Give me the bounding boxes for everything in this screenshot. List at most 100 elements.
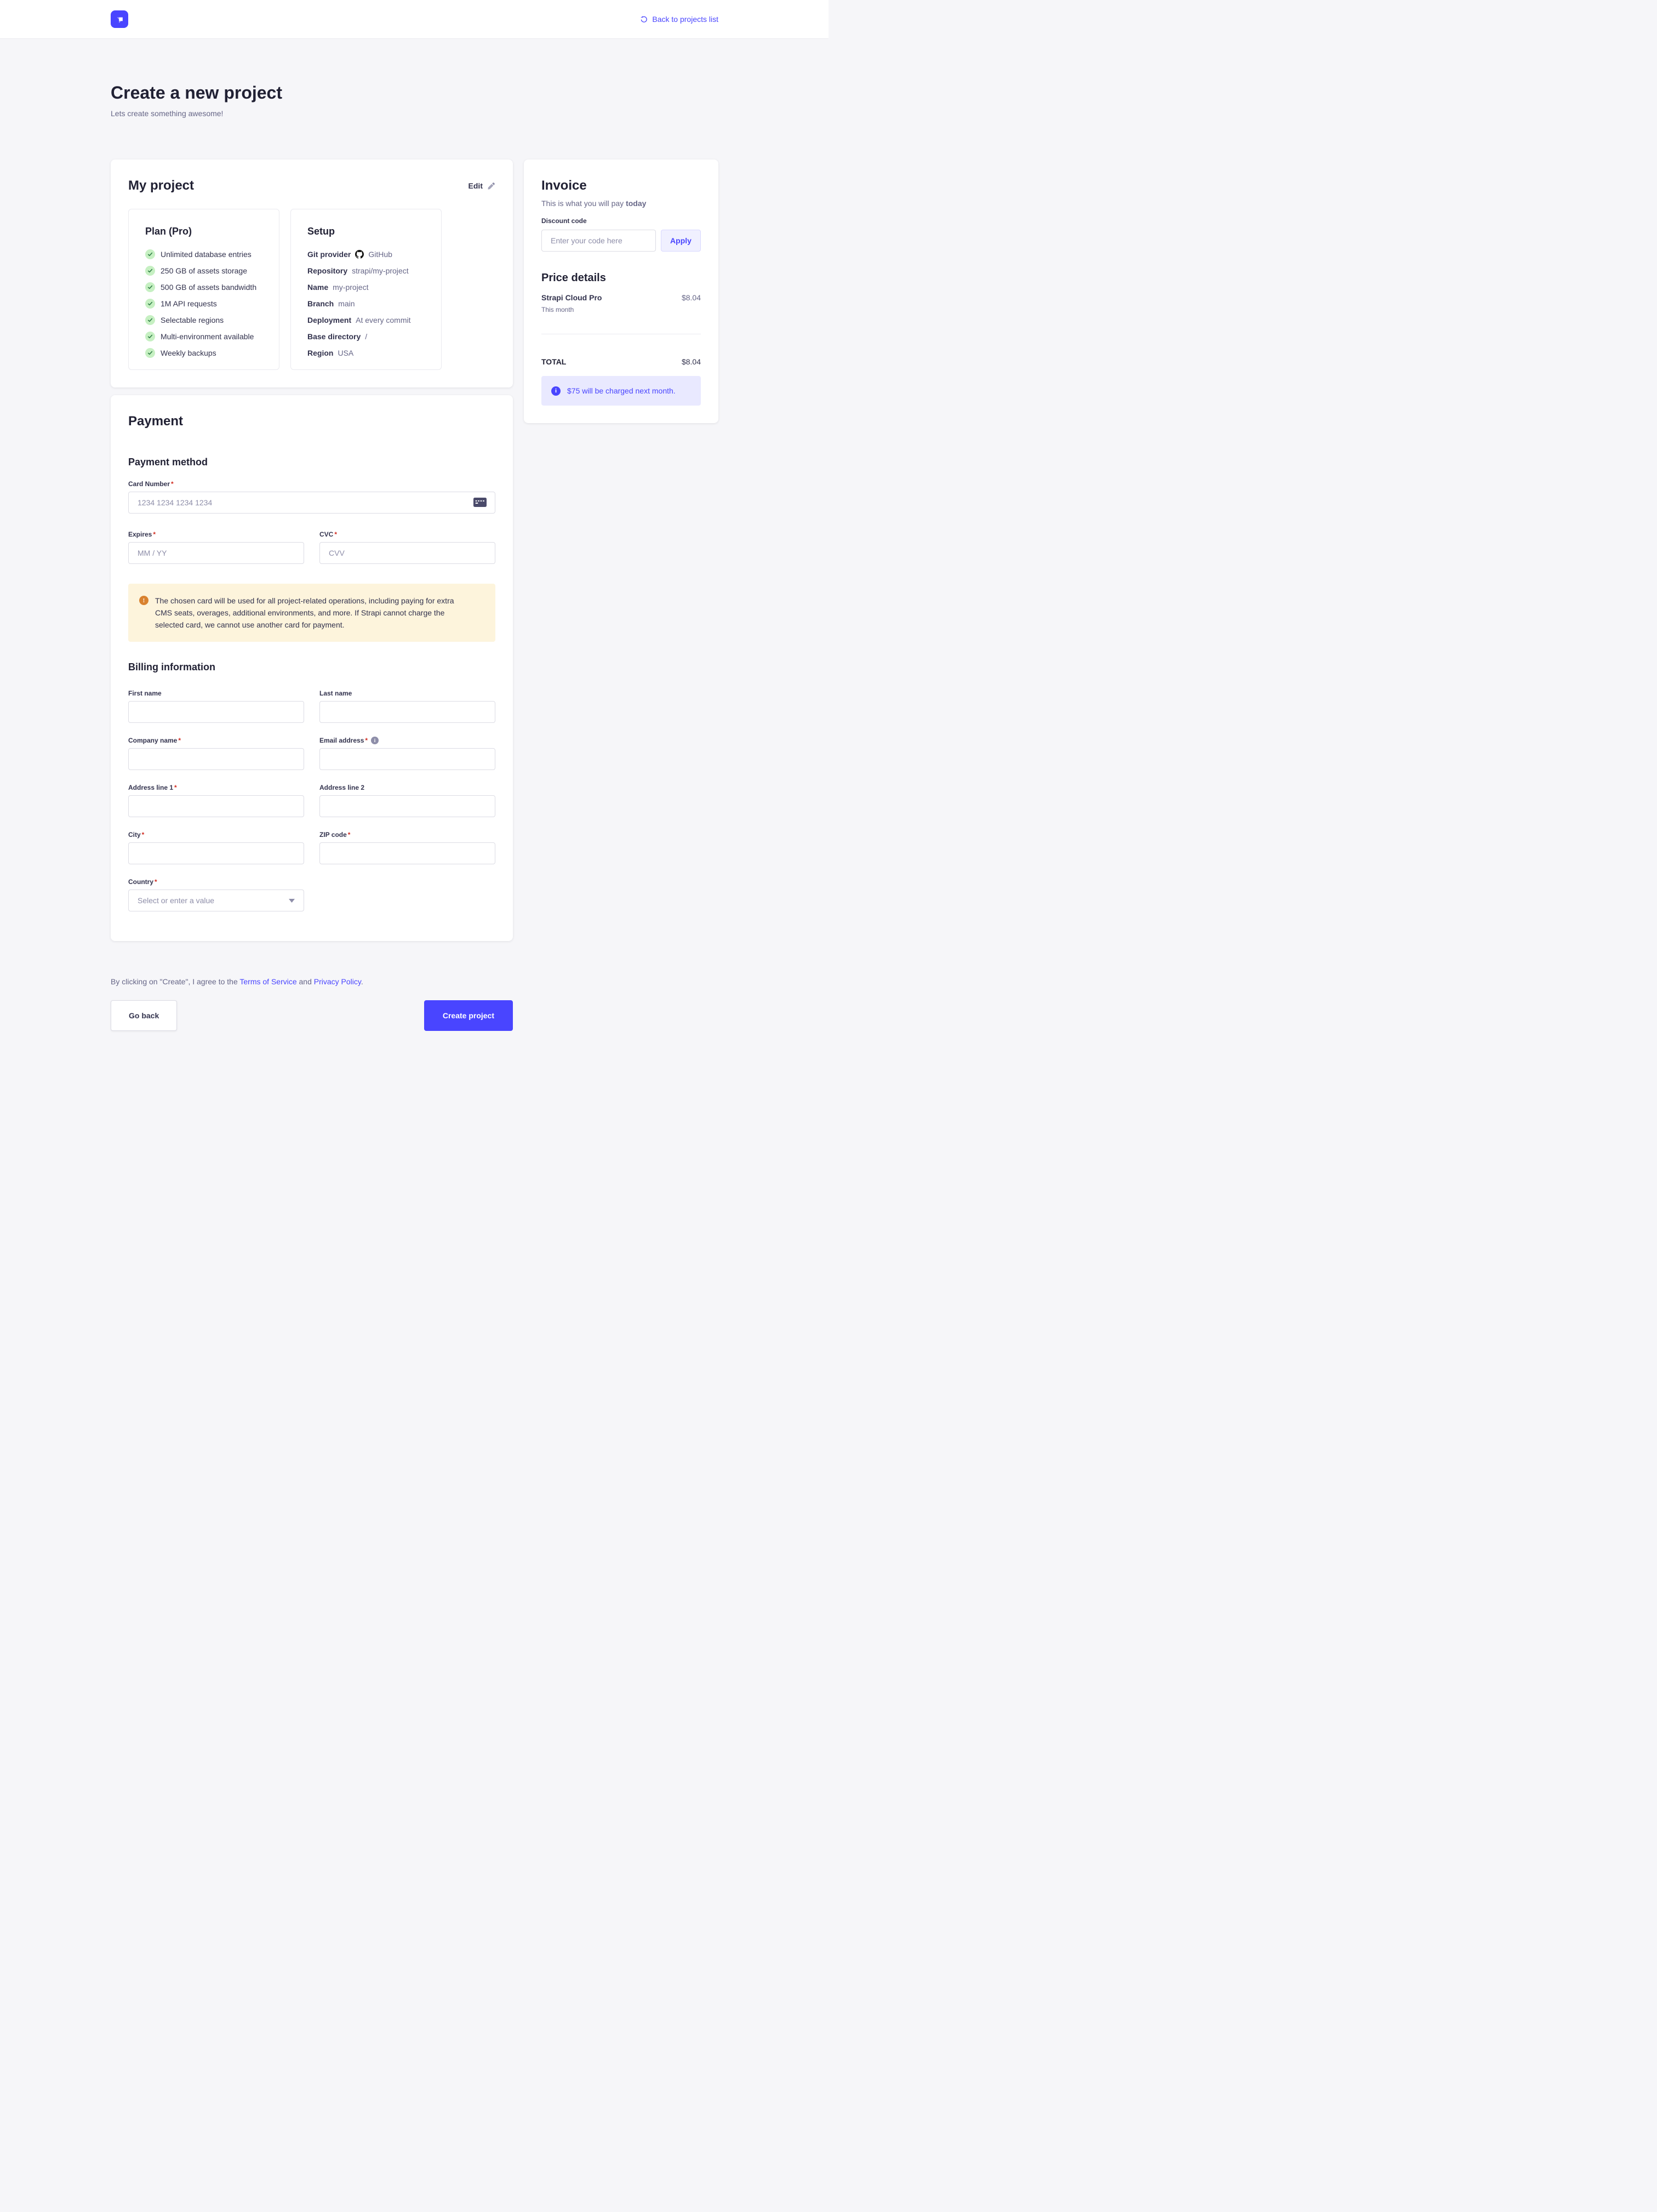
check-icon xyxy=(145,348,155,358)
plan-feature-label: 500 GB of assets bandwidth xyxy=(161,282,256,293)
plan-feature-label: Selectable regions xyxy=(161,315,224,326)
first-name-label-text: First name xyxy=(128,689,162,698)
card-number-input[interactable] xyxy=(128,492,495,514)
info-icon[interactable]: i xyxy=(371,737,379,744)
plan-feature-label: Weekly backups xyxy=(161,347,216,358)
go-back-button[interactable]: Go back xyxy=(111,1000,177,1031)
plan-feature-list: Unlimited database entries 250 GB of ass… xyxy=(145,249,262,358)
plan-feature-label: Unlimited database entries xyxy=(161,249,252,260)
country-select[interactable]: Select or enter a value xyxy=(128,890,304,911)
check-icon xyxy=(145,249,155,259)
plan-feature-label: Multi-environment available xyxy=(161,331,254,342)
country-select-placeholder: Select or enter a value xyxy=(138,896,214,905)
terms-of-service-link[interactable]: Terms of Service xyxy=(239,977,296,986)
zip-code-label-text: ZIP code xyxy=(319,830,347,839)
zip-code-input[interactable] xyxy=(319,842,495,864)
zip-code-label: ZIP code* xyxy=(319,830,495,839)
price-item-name: Strapi Cloud Pro xyxy=(541,292,602,303)
expires-input[interactable] xyxy=(128,542,304,564)
list-item: Multi-environment available xyxy=(145,331,262,342)
email-address-label: Email address* i xyxy=(319,736,495,745)
page-title: Create a new project xyxy=(111,82,718,104)
check-icon xyxy=(145,299,155,309)
country-label: Country* xyxy=(128,877,304,886)
edit-button-label: Edit xyxy=(468,181,483,190)
discount-code-input[interactable] xyxy=(541,230,656,252)
total-label: TOTAL xyxy=(541,356,566,367)
plan-feature-label: 250 GB of assets storage xyxy=(161,265,247,276)
setup-row-label: Repository xyxy=(307,265,347,276)
total-amount: $8.04 xyxy=(682,356,701,367)
privacy-policy-link[interactable]: Privacy Policy xyxy=(314,977,361,986)
my-project-title: My project xyxy=(128,177,194,195)
check-icon xyxy=(145,282,155,292)
address-line-1-input[interactable] xyxy=(128,795,304,817)
next-month-charge-note: i $75 will be charged next month. xyxy=(541,376,701,406)
plan-feature-label: 1M API requests xyxy=(161,298,217,309)
city-label-text: City xyxy=(128,830,141,839)
check-icon xyxy=(145,315,155,325)
setup-title: Setup xyxy=(307,225,425,238)
warning-text: The chosen card will be used for all pro… xyxy=(155,595,470,631)
setup-row-deployment: Deployment At every commit xyxy=(307,315,425,326)
city-label: City* xyxy=(128,830,304,839)
company-name-input[interactable] xyxy=(128,748,304,770)
last-name-label-text: Last name xyxy=(319,689,352,698)
required-asterisk: * xyxy=(142,830,145,839)
apply-discount-button[interactable]: Apply xyxy=(661,230,701,252)
page-subtitle: Lets create something awesome! xyxy=(111,108,718,119)
setup-row-value: / xyxy=(365,331,367,342)
strapi-logo-icon xyxy=(114,14,125,25)
check-icon xyxy=(145,332,155,341)
address-line-1-label-text: Address line 1 xyxy=(128,783,173,792)
required-asterisk: * xyxy=(365,736,368,745)
setup-row-label: Region xyxy=(307,347,333,358)
card-usage-warning: ! The chosen card will be used for all p… xyxy=(128,584,495,642)
price-item-period: This month xyxy=(541,305,701,314)
company-name-label: Company name* xyxy=(128,736,304,745)
setup-row-base-directory: Base directory / xyxy=(307,331,425,342)
last-name-input[interactable] xyxy=(319,701,495,723)
required-asterisk: * xyxy=(155,877,157,886)
price-item-amount: $8.04 xyxy=(682,292,701,303)
plan-title: Plan (Pro) xyxy=(145,225,262,238)
cvc-label-text: CVC xyxy=(319,530,333,539)
list-item: 500 GB of assets bandwidth xyxy=(145,282,262,293)
edit-project-button[interactable]: Edit xyxy=(468,181,495,190)
list-item: Selectable regions xyxy=(145,315,262,326)
invoice-subtitle-prefix: This is what you will pay xyxy=(541,199,626,208)
terms-suffix: . xyxy=(361,977,363,986)
required-asterisk: * xyxy=(334,530,337,539)
email-address-input[interactable] xyxy=(319,748,495,770)
create-project-button[interactable]: Create project xyxy=(424,1000,513,1031)
setup-row-value: At every commit xyxy=(356,315,410,326)
setup-row-git-provider: Git provider GitHub xyxy=(307,249,425,260)
expires-label: Expires* xyxy=(128,530,304,539)
payment-title: Payment xyxy=(128,413,495,430)
price-details-title: Price details xyxy=(541,270,701,286)
invoice-subtitle-emphasis: today xyxy=(626,199,646,208)
address-line-2-label: Address line 2 xyxy=(319,783,495,792)
card-number-label-text: Card Number xyxy=(128,480,170,488)
back-to-projects-link[interactable]: Back to projects list xyxy=(640,15,718,24)
discount-code-label: Discount code xyxy=(541,216,701,225)
company-name-label-text: Company name xyxy=(128,736,177,745)
city-input[interactable] xyxy=(128,842,304,864)
invoice-total-row: TOTAL $8.04 xyxy=(541,356,701,367)
setup-subcard: Setup Git provider GitHub Repository str… xyxy=(290,209,442,370)
list-item: 250 GB of assets storage xyxy=(145,265,262,276)
email-address-label-text: Email address xyxy=(319,736,364,745)
setup-row-value: USA xyxy=(338,347,353,358)
setup-row-label: Branch xyxy=(307,298,334,309)
required-asterisk: * xyxy=(178,736,181,745)
setup-row-label: Name xyxy=(307,282,328,293)
setup-row-region: Region USA xyxy=(307,347,425,358)
strapi-logo[interactable] xyxy=(111,10,128,28)
setup-row-value: strapi/my-project xyxy=(352,265,408,276)
address-line-2-input[interactable] xyxy=(319,795,495,817)
required-asterisk: * xyxy=(174,783,177,792)
first-name-input[interactable] xyxy=(128,701,304,723)
cvc-input[interactable] xyxy=(319,542,495,564)
payment-method-title: Payment method xyxy=(128,455,495,469)
setup-row-repository: Repository strapi/my-project xyxy=(307,265,425,276)
